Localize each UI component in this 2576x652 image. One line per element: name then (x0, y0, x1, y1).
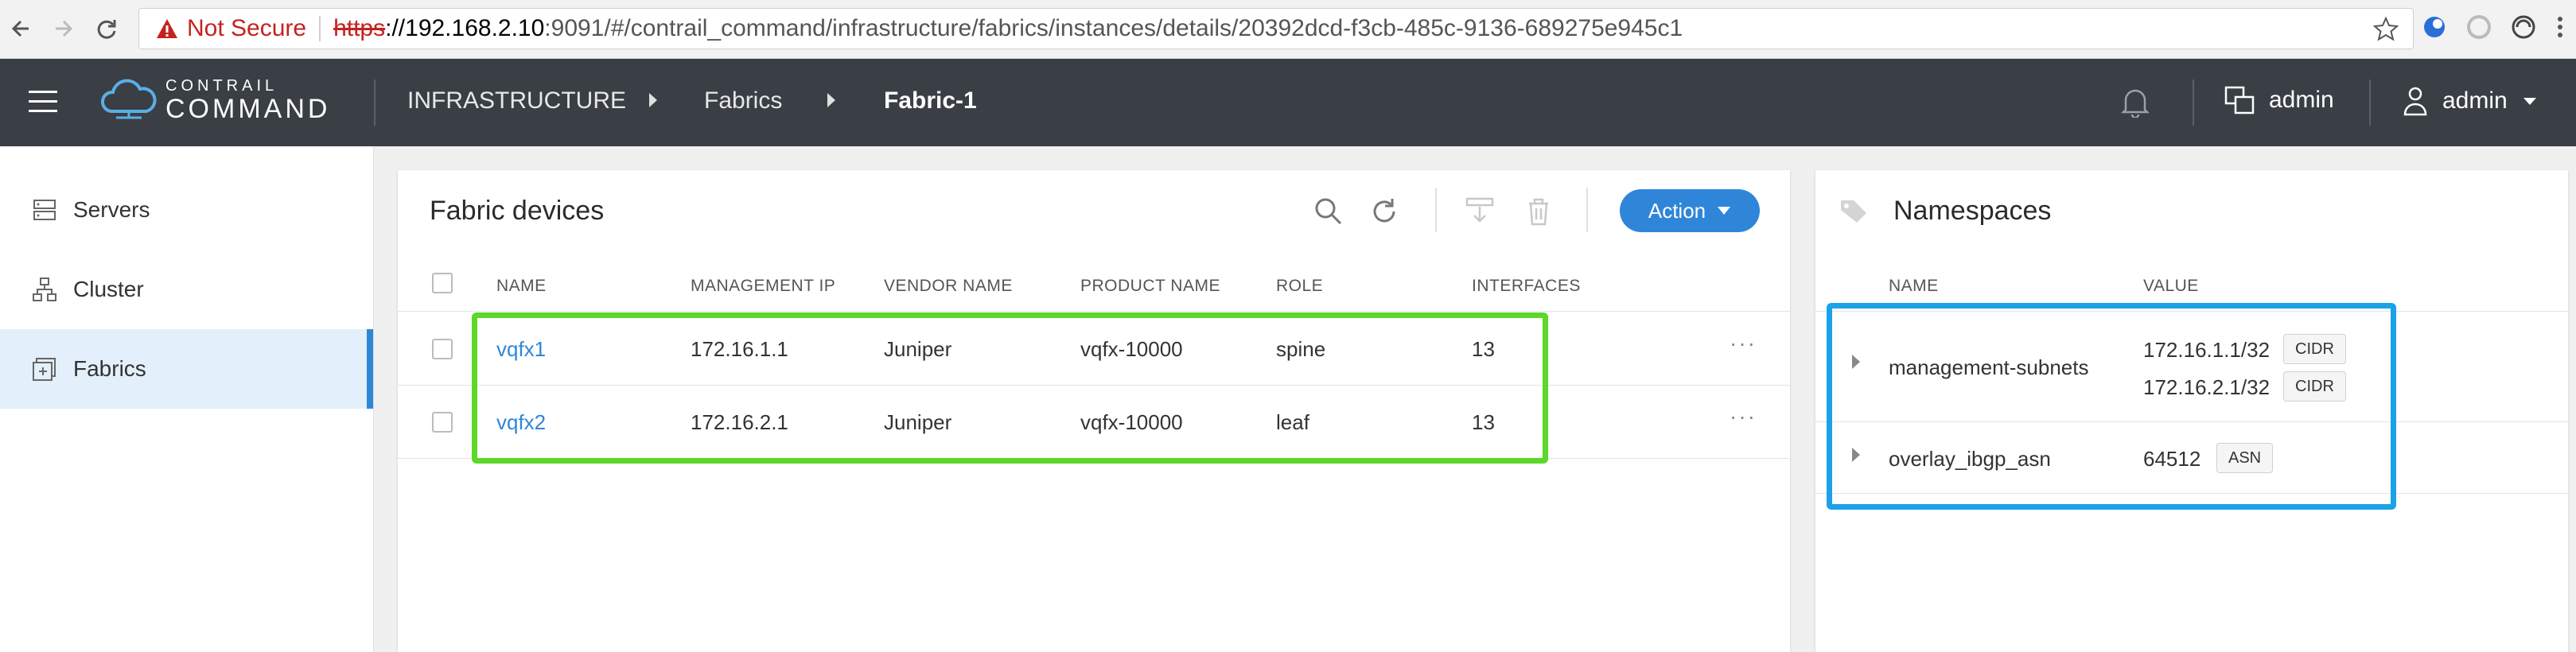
hamburger-menu-icon[interactable] (29, 87, 57, 116)
browser-toolbar: Not Secure https://192.168.2.10:9091/#/c… (0, 0, 2576, 59)
tag-icon (1841, 200, 1866, 223)
refresh-icon[interactable] (1368, 196, 1400, 227)
omnibox-divider (319, 16, 321, 41)
search-icon[interactable] (1313, 196, 1344, 227)
column-header-name[interactable]: NAME (1889, 277, 1939, 296)
row-checkbox[interactable] (432, 412, 453, 433)
fabric-icon (33, 358, 56, 381)
server-icon (33, 200, 56, 220)
sidebar-item-servers[interactable]: Servers (0, 170, 373, 250)
user-icon (2403, 87, 2427, 116)
forward-button[interactable] (48, 11, 80, 46)
column-header-management-ip[interactable]: MANAGEMENT IP (691, 277, 835, 296)
sidebar-item-fabrics[interactable]: Fabrics (0, 329, 373, 409)
extension-grey-icon[interactable] (2463, 11, 2495, 43)
cloud-logo-icon (101, 79, 157, 119)
back-button[interactable] (5, 11, 37, 46)
sidebar-item-label: Servers (73, 197, 150, 222)
toolbar-divider (1586, 188, 1588, 232)
header-divider (2193, 80, 2194, 126)
user-label: admin (2442, 87, 2508, 114)
tenant-label: admin (2269, 87, 2334, 113)
sidebar-item-cluster[interactable]: Cluster (0, 250, 373, 329)
row-checkbox[interactable] (432, 339, 453, 359)
app-header: CONTRAIL COMMAND INFRASTRUCTURE Fabrics … (0, 59, 2576, 146)
tenant-selector[interactable]: admin (2224, 86, 2334, 114)
extension-swirl-icon[interactable] (2508, 11, 2539, 43)
breadcrumb-arrow-icon (827, 93, 835, 107)
not-secure-label: Not Secure (187, 15, 307, 41)
notification-bell-icon[interactable] (2121, 86, 2150, 118)
logo-bottom-text: COMMAND (165, 94, 331, 124)
action-button[interactable]: Action (1620, 189, 1760, 232)
bookmark-star-icon[interactable] (2373, 16, 2399, 41)
url-path: :9091/#/contrail_command/infrastructure/… (544, 15, 1683, 41)
sidebar: Servers Cluster Fabrics (0, 146, 374, 652)
fabric-devices-title: Fabric devices (430, 196, 605, 226)
reload-button[interactable] (91, 11, 123, 46)
header-divider (374, 80, 376, 126)
cluster-icon (33, 277, 56, 301)
url-scheme: https (333, 15, 386, 41)
caret-down-icon (1718, 207, 1731, 215)
chevron-down-icon (2523, 98, 2536, 105)
column-header-name[interactable]: NAME (496, 277, 547, 296)
warning-icon (157, 19, 177, 38)
header-divider (2369, 80, 2371, 126)
browser-menu-icon[interactable] (2552, 11, 2568, 43)
breadcrumb-arrow-icon (649, 93, 657, 107)
import-icon[interactable] (1464, 196, 1496, 227)
row-divider (398, 311, 1790, 312)
trash-icon[interactable] (1523, 196, 1555, 227)
toolbar-divider (1435, 188, 1437, 232)
projects-icon (2224, 86, 2255, 114)
action-button-label: Action (1648, 198, 1706, 223)
column-header-vendor-name[interactable]: VENDOR NAME (884, 277, 1013, 296)
extension-blue-icon[interactable] (2418, 11, 2450, 43)
select-all-checkbox[interactable] (432, 273, 453, 293)
breadcrumb-fabrics[interactable]: Fabrics (704, 87, 782, 114)
namespaces-title: Namespaces (1893, 196, 2052, 226)
address-bar[interactable]: Not Secure https://192.168.2.10:9091/#/c… (138, 8, 2414, 49)
forward-arrow-icon (56, 20, 73, 37)
breadcrumb-infrastructure[interactable]: INFRASTRUCTURE (407, 87, 626, 114)
url-host: ://192.168.2.10 (385, 15, 545, 41)
highlight-box-namespaces (1827, 303, 2396, 510)
column-header-interfaces[interactable]: INTERFACES (1472, 277, 1581, 296)
row-more-icon[interactable]: ··· (1730, 331, 1757, 356)
sidebar-item-label: Cluster (73, 277, 144, 301)
extension-icons (2418, 11, 2568, 43)
column-header-value[interactable]: VALUE (2143, 277, 2199, 296)
logo-top-text: CONTRAIL (165, 77, 278, 95)
highlight-box-devices (472, 312, 1548, 464)
sidebar-item-label: Fabrics (73, 356, 146, 381)
reload-icon (97, 20, 116, 39)
column-header-role[interactable]: ROLE (1276, 277, 1323, 296)
column-header-product-name[interactable]: PRODUCT NAME (1080, 277, 1220, 296)
back-arrow-icon (11, 20, 29, 37)
user-menu[interactable]: admin (2403, 86, 2538, 116)
row-more-icon[interactable]: ··· (1730, 404, 1757, 429)
contrail-logo[interactable]: CONTRAIL COMMAND (100, 76, 330, 124)
breadcrumb-current: Fabric-1 (884, 87, 977, 114)
